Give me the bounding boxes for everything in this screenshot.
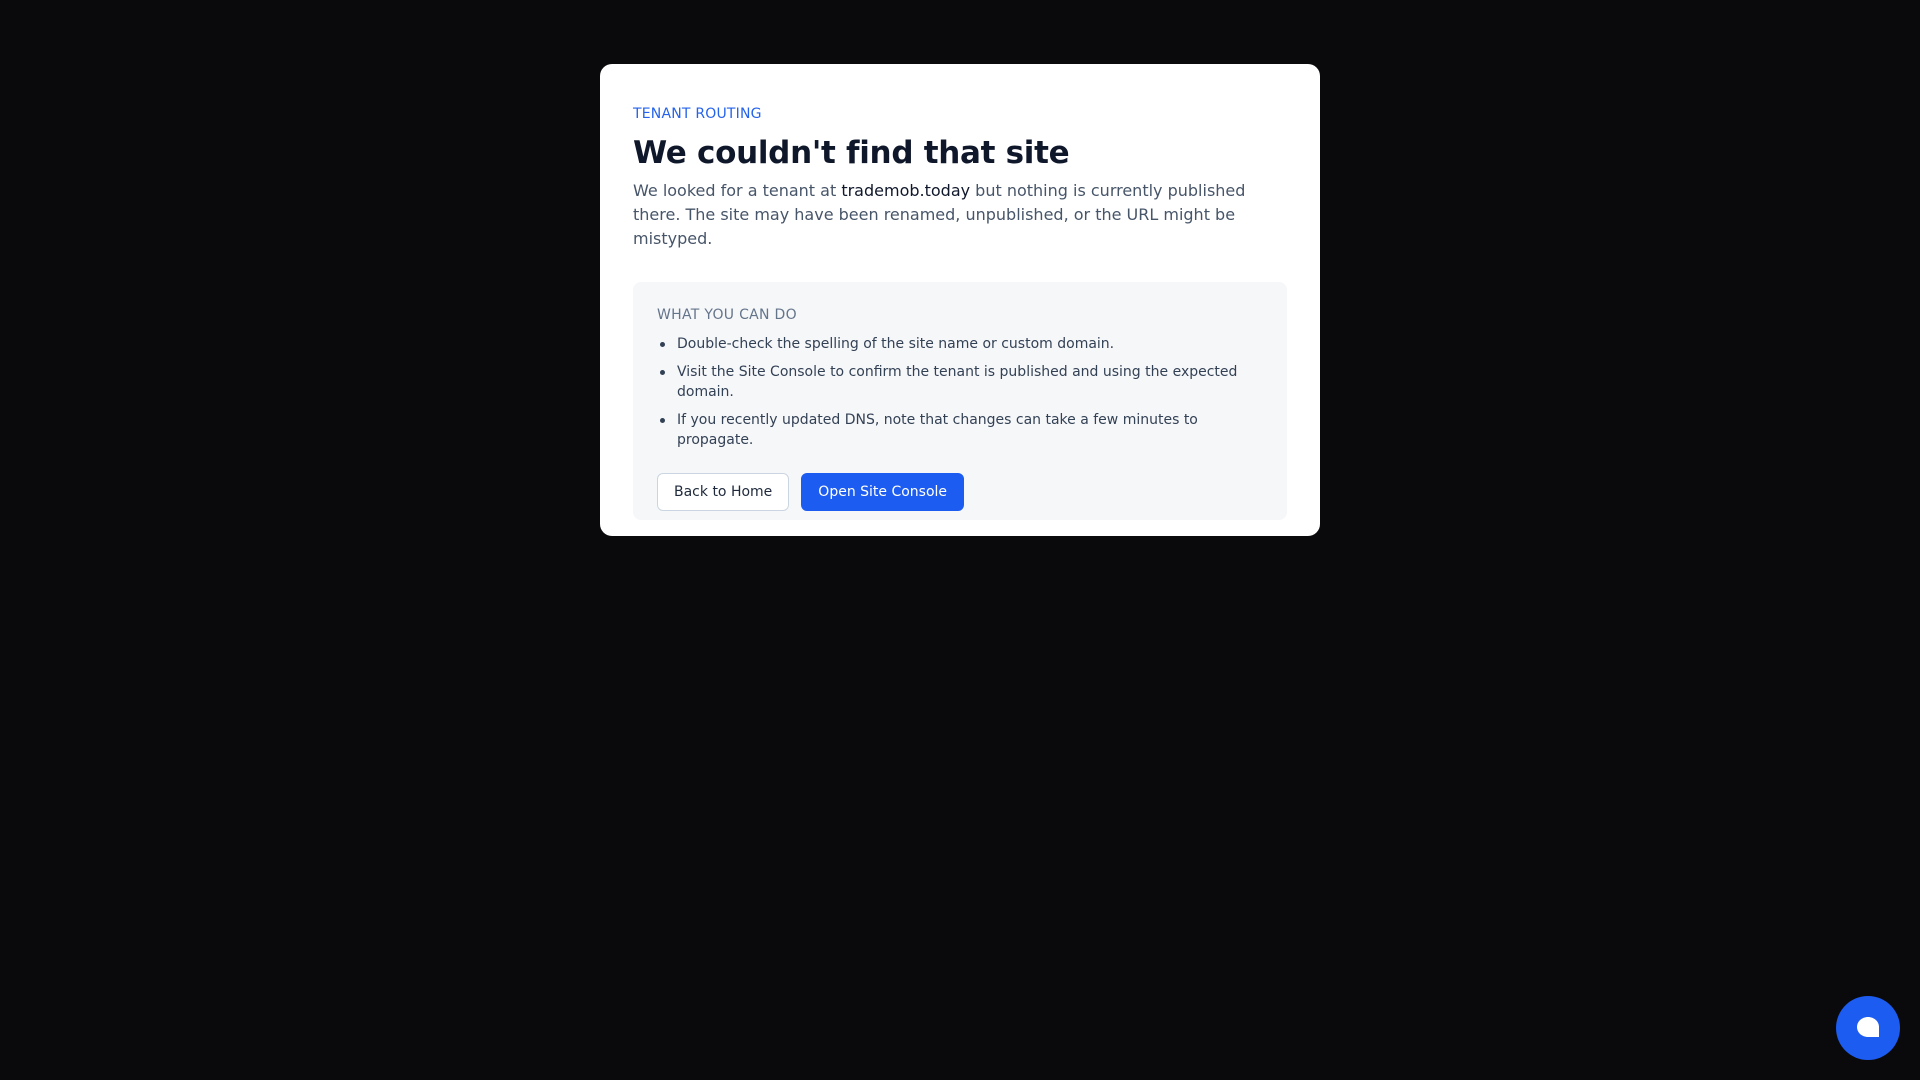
description-prefix: We looked for a tenant at xyxy=(633,181,842,200)
tip-item: If you recently updated DNS, note that c… xyxy=(657,410,1263,450)
chat-bubble-icon xyxy=(1857,1017,1879,1037)
eyebrow-label: TENANT ROUTING xyxy=(633,106,762,122)
tip-text: Double-check the spelling of the site na… xyxy=(677,336,1115,352)
tips-list: Double-check the spelling of the site na… xyxy=(657,334,1263,450)
tenant-domain: trademob.today xyxy=(841,181,971,200)
tip-item: Visit the Site Console to confirm the te… xyxy=(657,362,1263,402)
description: We looked for a tenant at trademob.today… xyxy=(633,179,1283,251)
chat-launcher-button[interactable] xyxy=(1836,996,1900,1060)
help-panel: WHAT YOU CAN DO Double-check the spellin… xyxy=(633,282,1287,520)
not-found-card: TENANT ROUTING We couldn't find that sit… xyxy=(600,64,1320,536)
open-site-console-button[interactable]: Open Site Console xyxy=(801,473,965,511)
tip-text: Visit the Site Console to confirm the te… xyxy=(677,364,1238,400)
actions: Back to Home Open Site Console xyxy=(657,473,1263,511)
tip-item: Double-check the spelling of the site na… xyxy=(657,334,1263,354)
bullet-icon xyxy=(660,418,665,423)
page-title: We couldn't find that site xyxy=(633,135,1070,171)
back-to-home-button[interactable]: Back to Home xyxy=(657,473,790,511)
bullet-icon xyxy=(660,342,665,347)
page: TENANT ROUTING We couldn't find that sit… xyxy=(0,0,1920,1080)
tip-text: If you recently updated DNS, note that c… xyxy=(677,412,1198,448)
bullet-icon xyxy=(660,370,665,375)
panel-heading: WHAT YOU CAN DO xyxy=(657,307,797,323)
